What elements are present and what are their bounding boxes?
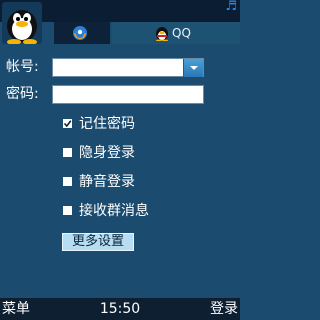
browser-globe-icon [73, 26, 87, 40]
mute-login-label: 静音登录 [79, 174, 135, 190]
softkey-bar: 15:50 菜单 登录 [0, 298, 240, 320]
checkbox-unchecked-icon [63, 177, 72, 186]
avatar[interactable] [2, 2, 42, 45]
music-note-icon: ♬ [225, 0, 237, 14]
checkbox-checked-icon [63, 119, 72, 128]
remember-password-label: 记住密码 [79, 116, 135, 132]
tab-browser[interactable] [54, 22, 110, 44]
invisible-login-label: 隐身登录 [79, 145, 135, 161]
checkbox-unchecked-icon [63, 206, 72, 215]
login-softkey[interactable]: 登录 [210, 300, 238, 318]
chevron-down-icon [190, 66, 198, 70]
account-label: 帐号: [6, 59, 39, 75]
qq-penguin-icon [156, 27, 168, 41]
qq-penguin-avatar-icon [7, 10, 37, 45]
checkbox-unchecked-icon [63, 148, 72, 157]
password-input[interactable] [52, 85, 204, 104]
tab-qq[interactable]: QQ [112, 22, 240, 44]
clock: 15:50 [99, 301, 141, 317]
qq-login-screen: ♬ QQ 帐号: 密码: 记住密码 隐身登录 静音登录 接收群消息 更多设置 1… [0, 0, 240, 320]
tab-qq-label: QQ [172, 26, 191, 40]
password-label: 密码: [6, 86, 39, 102]
more-settings-button[interactable]: 更多设置 [62, 233, 134, 251]
account-dropdown-button[interactable] [183, 59, 203, 77]
receive-group-messages-label: 接收群消息 [79, 203, 149, 219]
account-input[interactable] [52, 58, 204, 77]
menu-softkey[interactable]: 菜单 [2, 300, 30, 318]
